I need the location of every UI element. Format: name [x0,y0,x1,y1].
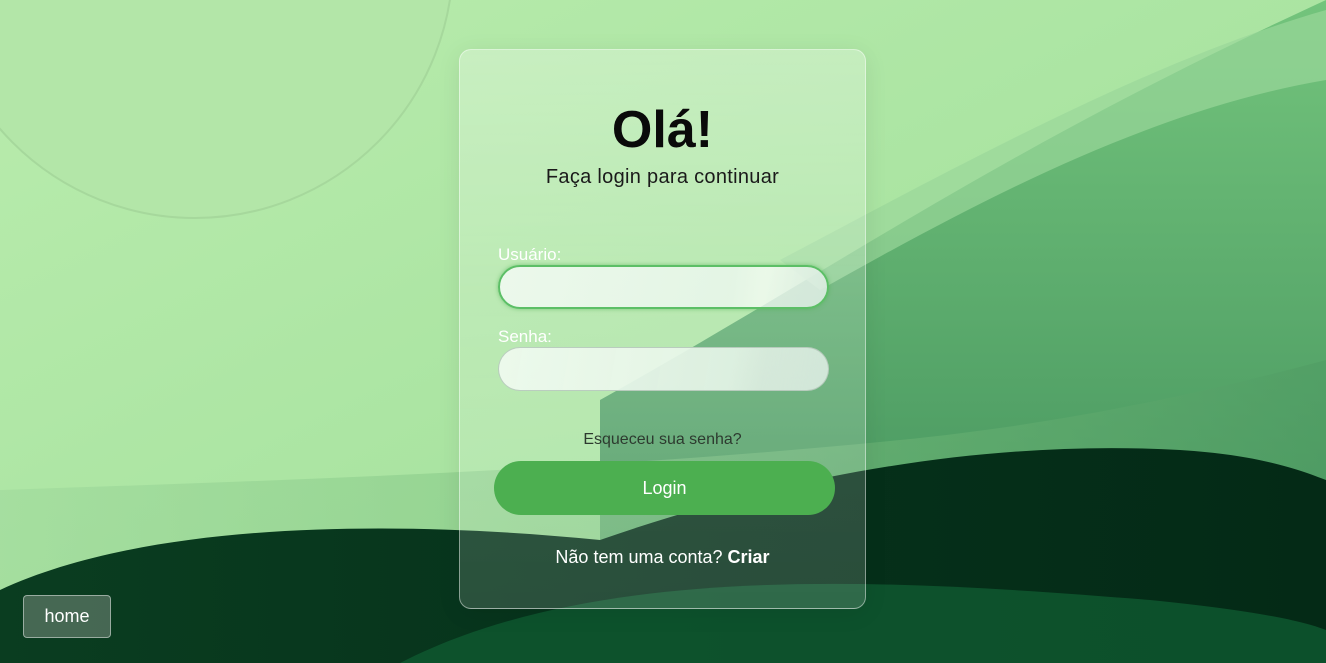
signup-prompt: Não tem uma conta? Criar [460,547,865,568]
signup-prompt-text: Não tem uma conta? [555,547,723,567]
forgot-password-link[interactable]: Esqueceu sua senha? [460,431,865,449]
password-label: Senha: [498,327,552,346]
signup-link[interactable]: Criar [728,547,770,567]
username-label: Usuário: [498,245,562,264]
username-field[interactable] [498,265,829,309]
password-field[interactable] [498,347,829,391]
login-button[interactable]: Login [494,461,835,515]
page-subtitle: Faça login para continuar [545,166,780,188]
login-card: Olá! Faça login para continuar Usuário: … [459,49,866,609]
home-button[interactable]: home [23,595,111,638]
page-title: Olá! [611,101,714,159]
